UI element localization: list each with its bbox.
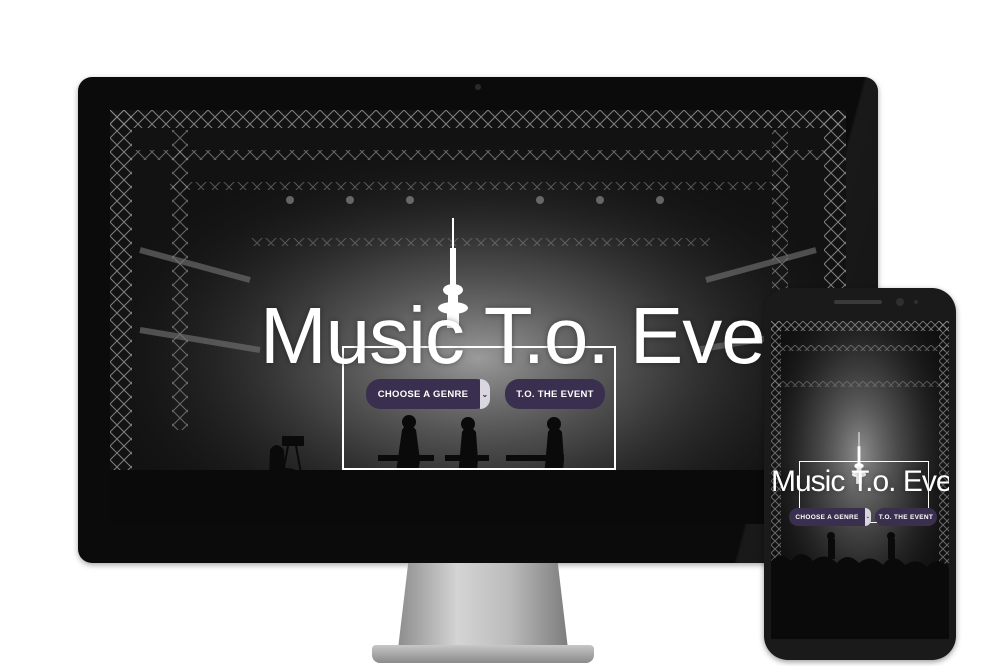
logo-text-part-2: T: [483, 291, 524, 380]
logo-text-part-1: Music: [260, 291, 484, 380]
site-logo[interactable]: Music T.o. Event: [260, 218, 830, 470]
phone-sensor: [914, 300, 918, 304]
logo-text-part-2: T: [851, 465, 866, 498]
monitor-stand: [398, 563, 568, 649]
choose-genre-button[interactable]: CHOOSE A GENRE ⌄: [789, 508, 871, 526]
logo-text-part-1: Music: [771, 465, 852, 498]
logo-text-part-3: .o. Event: [865, 465, 949, 498]
phone-camera: [896, 298, 904, 306]
mobile-website-screen: Music T.o. Event CHOOSE A GENRE ⌄ T.O. T…: [771, 321, 949, 639]
desktop-website-screen: Music T.o. Event CHOOSE A GENRE ⌄ T.O. T…: [110, 110, 846, 524]
monitor-stand-base: [372, 645, 594, 663]
webcam: [475, 84, 481, 90]
choose-genre-label: CHOOSE A GENRE: [377, 388, 469, 400]
site-logo[interactable]: Music T.o. Event: [771, 467, 949, 497]
to-the-event-label: T.O. THE EVENT: [516, 388, 594, 400]
to-the-event-button[interactable]: T.O. THE EVENT: [505, 379, 605, 409]
choose-genre-button[interactable]: CHOOSE A GENRE ⌄: [366, 379, 490, 409]
choose-genre-label: CHOOSE A GENRE: [795, 513, 859, 521]
phone-speaker: [834, 300, 882, 304]
to-the-event-button[interactable]: T.O. THE EVENT: [875, 508, 937, 526]
to-the-event-label: T.O. THE EVENT: [878, 513, 934, 521]
mobile-phone: Music T.o. Event CHOOSE A GENRE ⌄ T.O. T…: [764, 288, 956, 660]
